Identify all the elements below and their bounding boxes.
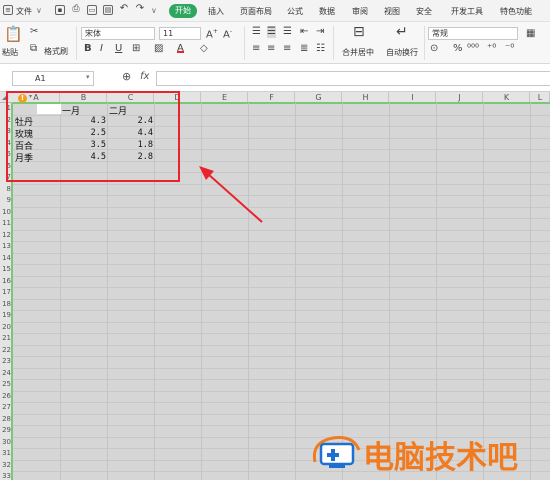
watermark: 电脑技术吧 xyxy=(305,430,550,476)
watermark-text: 电脑技术吧 xyxy=(363,440,518,476)
arrow-shaft xyxy=(207,173,263,223)
annotation-arrow xyxy=(199,166,263,223)
watermark-logo-icon xyxy=(312,436,361,468)
